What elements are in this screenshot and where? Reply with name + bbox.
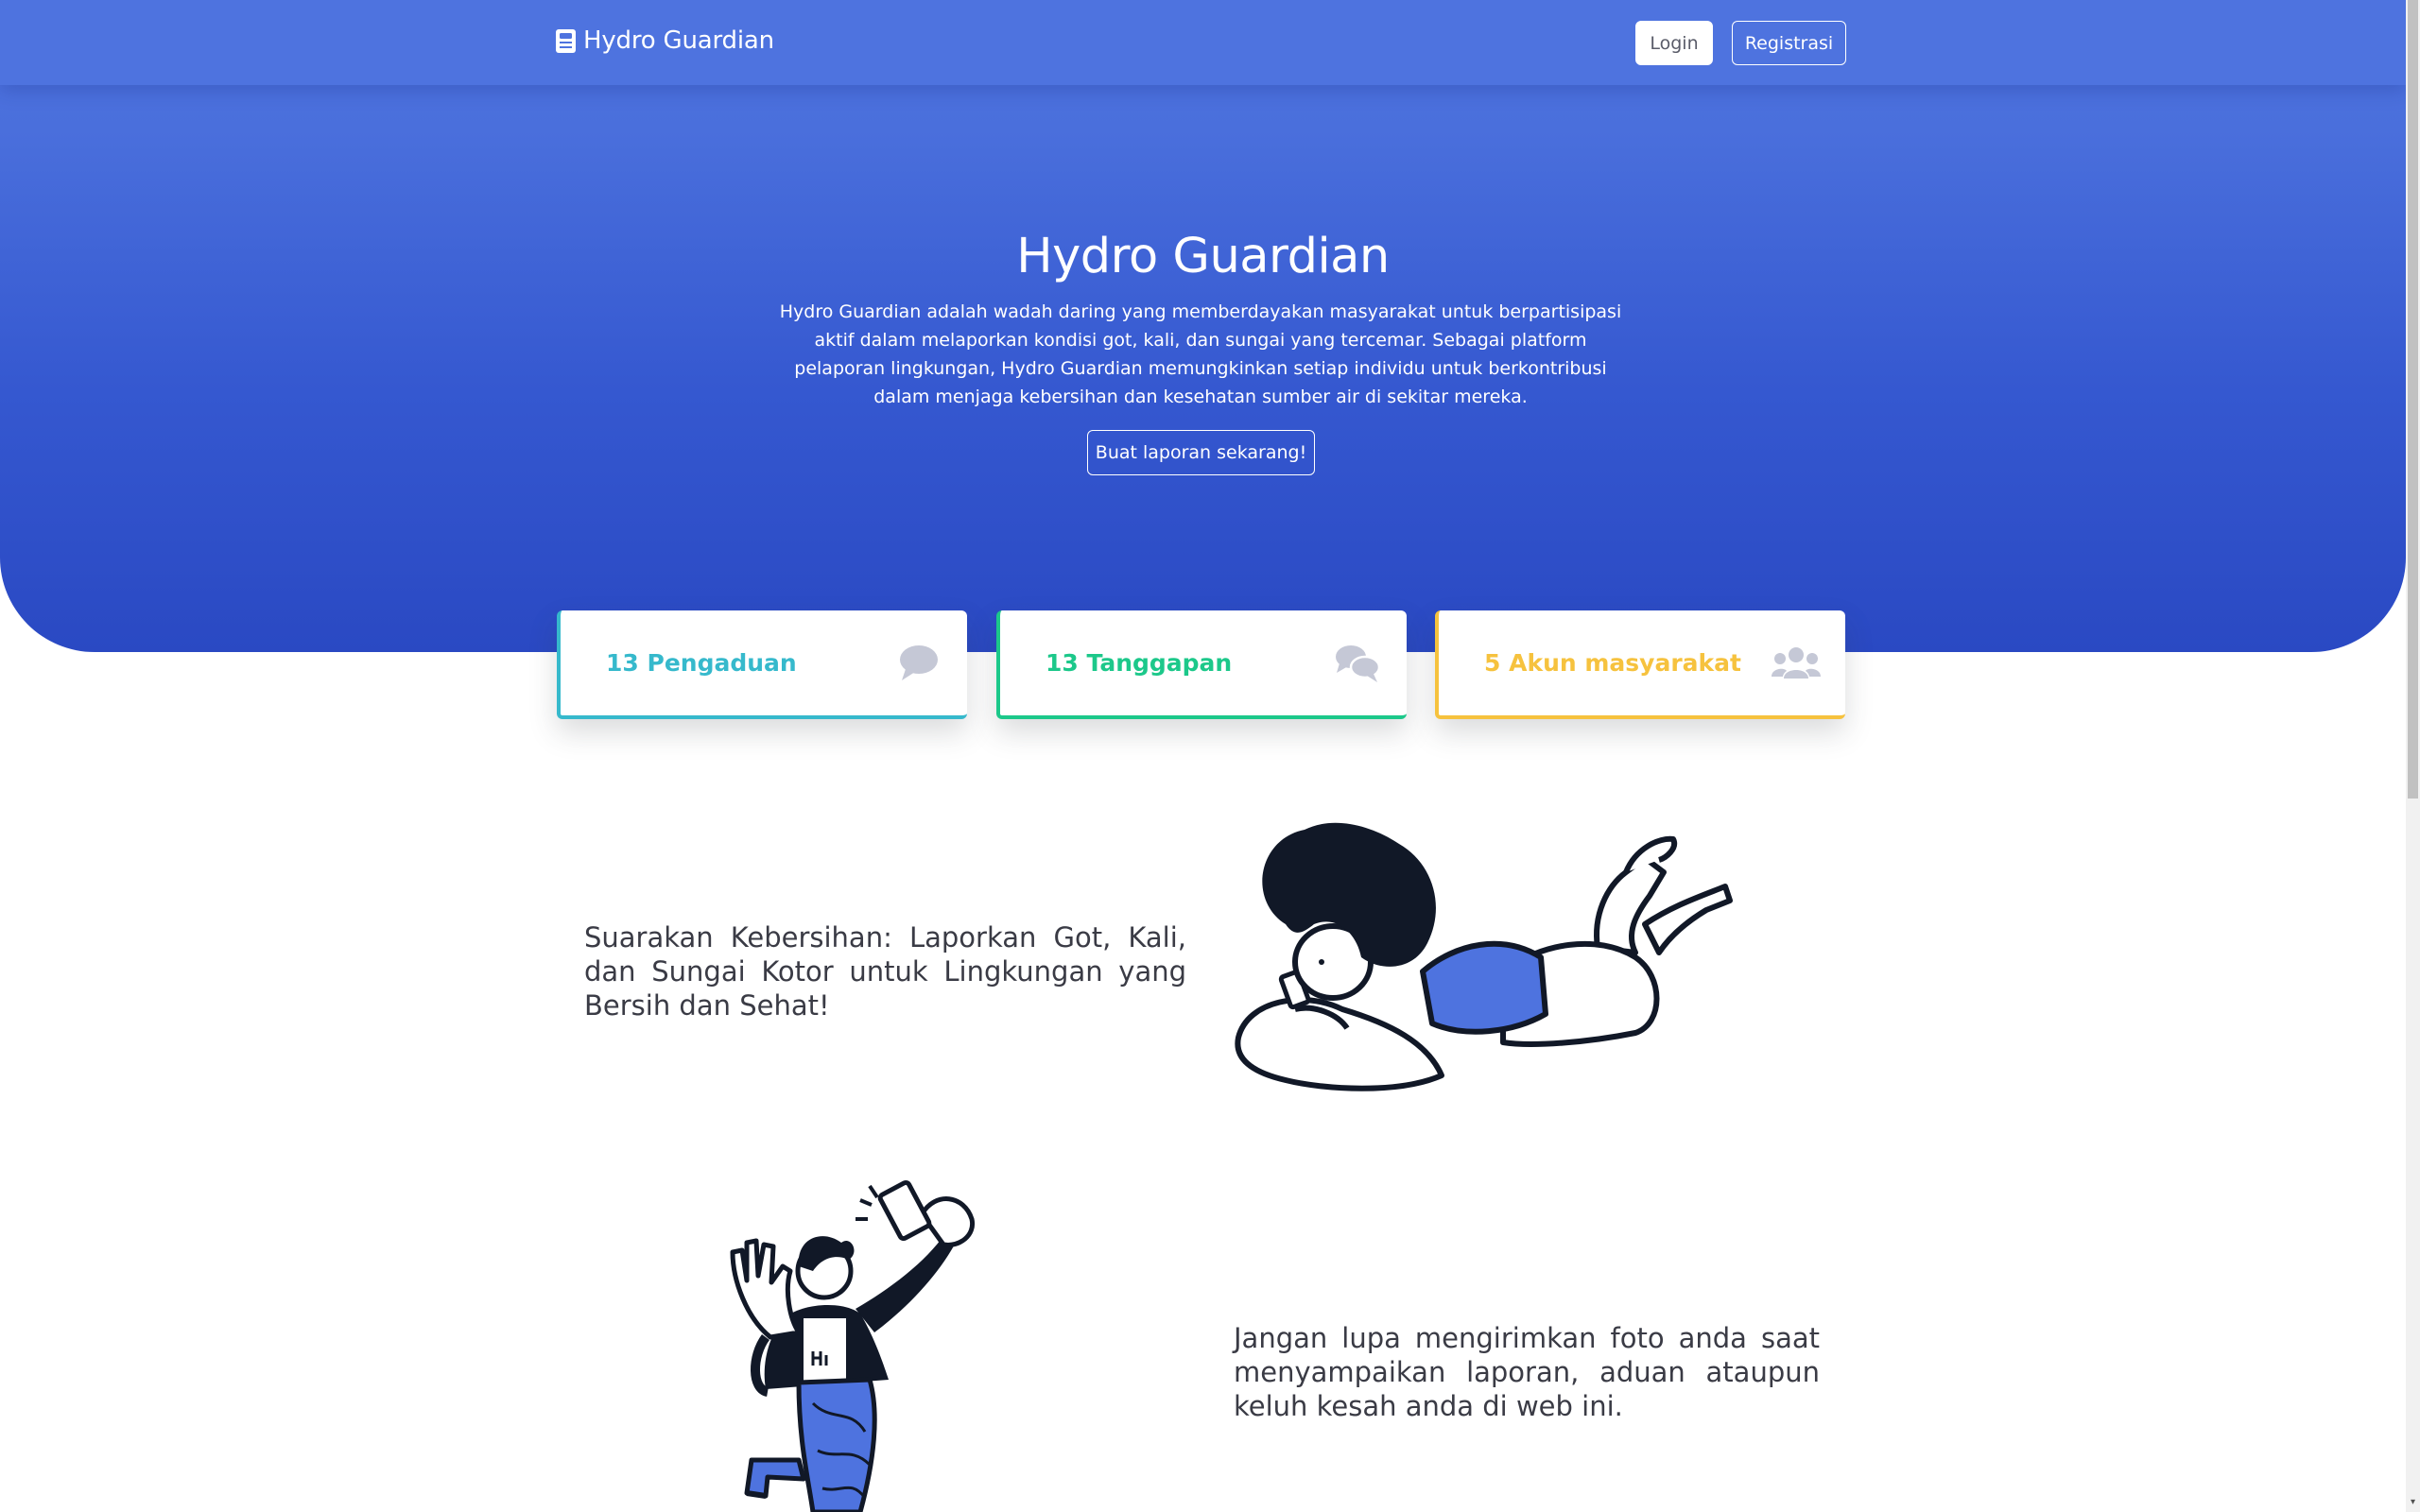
stat-card-accounts: 5 Akun masyarakat [1435,610,1845,719]
users-icon [1772,646,1821,679]
stat-card-responses: 13 Tanggapan [996,610,1407,719]
comment-icon [900,644,938,680]
comments-icon [1336,644,1381,682]
stat-complaints-label: 13 Pengaduan [606,649,797,677]
create-report-button[interactable]: Buat laporan sekarang! [1087,430,1315,475]
stat-accounts-label: 5 Akun masyarakat [1484,649,1741,677]
scroll-down-arrow-icon[interactable]: ▾ [2408,1497,2418,1508]
top-navbar: Hydro Guardian Login Registrasi [0,0,2406,85]
hero-description: Hydro Guardian adalah wadah daring yang … [779,301,1622,407]
login-button[interactable]: Login [1635,21,1713,65]
section-one-text: Suarakan Kebersihan: Laporkan Got, Kali,… [584,921,1186,1022]
stat-responses-label: 13 Tanggapan [1046,649,1233,677]
book-icon [556,28,576,53]
stat-card-complaints: 13 Pengaduan [557,610,967,719]
section-two-text: Jangan lupa mengirimkan foto anda saat m… [1234,1322,1820,1422]
person-lying-with-phone-illustration [1235,822,1733,1091]
scrollbar-thumb[interactable] [2408,0,2418,799]
brand-link[interactable]: Hydro Guardian [555,26,774,55]
person-taking-selfie-illustration [730,1179,976,1512]
register-button[interactable]: Registrasi [1732,21,1846,65]
brand-name: Hydro Guardian [583,26,774,55]
hero-title: Hydro Guardian [1016,229,1390,284]
